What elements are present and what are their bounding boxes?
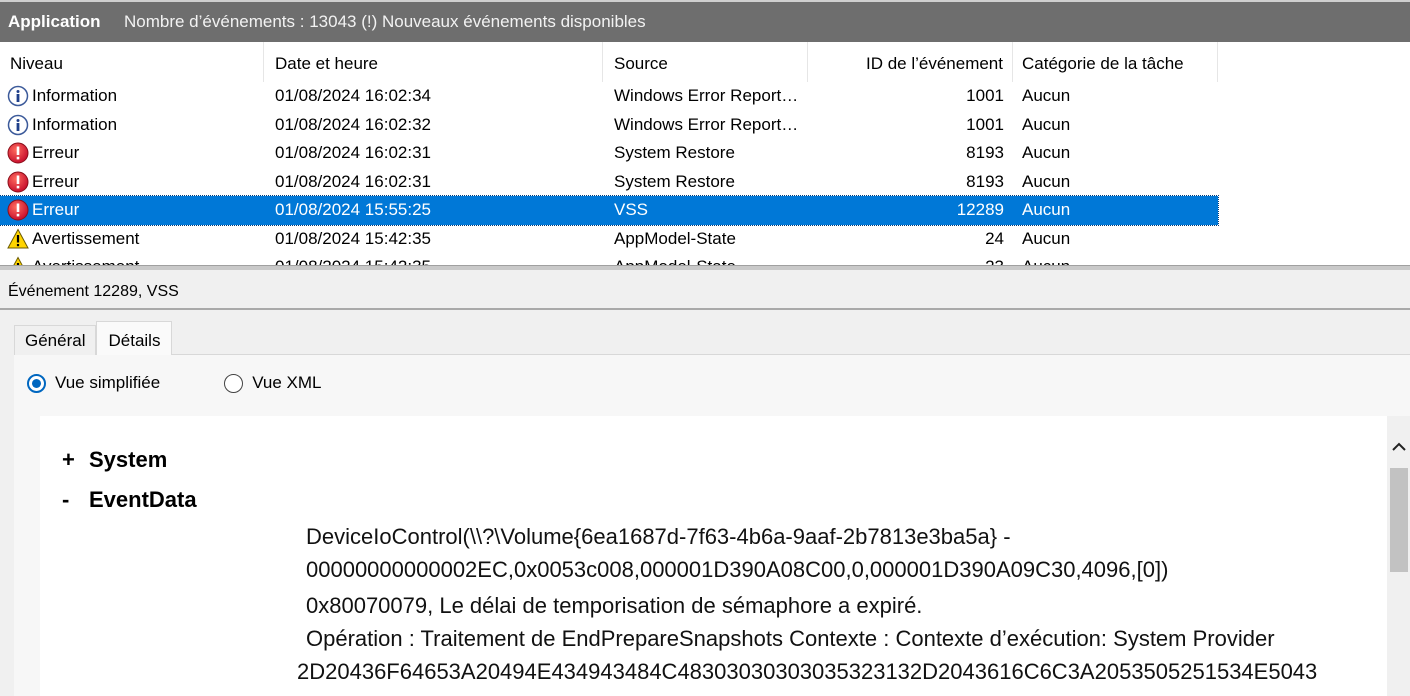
column-header-source[interactable]: Source xyxy=(603,42,808,82)
eventdata-line: Opération : Traitement de EndPrepareSnap… xyxy=(306,626,1275,651)
cell-date: 01/08/2024 15:42:35 xyxy=(264,257,603,265)
error-icon xyxy=(7,142,29,164)
cell-task-category: Aucun xyxy=(1022,200,1071,220)
table-row[interactable]: Avertissement 01/08/2024 15:42:35AppModel… xyxy=(0,253,1218,265)
info-icon xyxy=(7,114,29,136)
cell-level: Information xyxy=(0,85,264,107)
info-icon xyxy=(7,85,29,107)
radio-checked-icon xyxy=(27,373,46,393)
tab-details[interactable]: Détails xyxy=(96,321,173,355)
table-row[interactable]: Information 01/08/2024 16:02:34 Windows Er… xyxy=(0,82,1218,111)
cell-source: AppModel-State xyxy=(614,228,736,248)
log-name: Application xyxy=(8,12,101,31)
level-text: Erreur xyxy=(32,171,80,191)
cell-event-id: 24 xyxy=(985,228,1004,248)
table-row[interactable]: Erreur 01/08/2024 15:55:25 VSS 12289 Aucun xyxy=(0,195,1219,226)
cell-level: Erreur xyxy=(0,199,264,221)
cell-date: 01/08/2024 15:42:35 xyxy=(275,228,431,248)
warning-icon xyxy=(7,256,29,265)
expand-toggle[interactable]: + xyxy=(62,447,89,473)
event-rows: Information 01/08/2024 16:02:34 Windows Er… xyxy=(0,82,1410,265)
radio-xml-view[interactable]: Vue XML xyxy=(224,373,322,393)
radio-xml-label: Vue XML xyxy=(252,373,322,392)
level-text: Erreur xyxy=(32,200,80,220)
cell-event-id: 23 xyxy=(808,257,1013,265)
cell-event-id: 8193 xyxy=(966,143,1004,163)
view-mode-radios: Vue simplifiée Vue XML xyxy=(27,373,322,393)
cell-date: 01/08/2024 16:02:31 xyxy=(275,171,431,191)
tab-general[interactable]: Général xyxy=(14,325,97,355)
cell-event-id: 1001 xyxy=(966,114,1004,134)
column-header-level[interactable]: Niveau xyxy=(0,42,264,82)
scroll-up-icon[interactable] xyxy=(1390,438,1408,456)
cell-task-category: Aucun xyxy=(1013,257,1218,265)
cell-source: Windows Error Report… xyxy=(614,114,799,134)
collapse-toggle[interactable]: - xyxy=(62,487,89,513)
column-header-date[interactable]: Date et heure xyxy=(264,42,603,82)
section-eventdata-label: EventData xyxy=(89,487,197,512)
event-count-status[interactable]: Nombre d’événements : 13043 (!) Nouveaux… xyxy=(124,12,646,32)
event-details-content: + System - EventData DeviceIoControl(\\?\V… xyxy=(40,416,1387,696)
table-row[interactable]: Avertissement 01/08/2024 15:42:35 AppModel… xyxy=(0,225,1218,254)
details-scrollbar[interactable] xyxy=(1387,416,1410,696)
cell-task-category: Aucun xyxy=(1022,143,1071,163)
table-row[interactable]: Information 01/08/2024 16:02:32 Windows Er… xyxy=(0,111,1218,140)
level-text: Avertissement xyxy=(32,228,140,248)
eventdata-line: 00000000000002EC,0x0053c008,000001D390A0… xyxy=(306,557,1169,582)
cell-date: 01/08/2024 16:02:34 xyxy=(275,86,431,106)
scrollbar-thumb[interactable] xyxy=(1390,468,1408,572)
table-row[interactable]: Erreur 01/08/2024 16:02:31 System Restore 8… xyxy=(0,168,1218,197)
level-text: Avertissement xyxy=(32,257,139,265)
cell-source: AppModel-State xyxy=(603,257,808,265)
cell-task-category: Aucun xyxy=(1022,171,1071,191)
event-list[interactable]: Niveau Date et heure Source ID de l’évén… xyxy=(0,42,1410,266)
level-text: Information xyxy=(32,114,118,134)
eventdata-line: 2D20436F64653A20494E434943484C4830303030… xyxy=(297,659,1318,684)
cell-task-category: Aucun xyxy=(1022,86,1071,106)
error-icon xyxy=(7,199,29,221)
cell-date: 01/08/2024 16:02:32 xyxy=(275,114,431,134)
warning-icon xyxy=(7,228,29,250)
level-text: Information xyxy=(32,86,118,106)
cell-source: System Restore xyxy=(614,171,735,191)
cell-task-category: Aucun xyxy=(1022,114,1071,134)
section-system[interactable]: + System xyxy=(62,447,167,473)
cell-task-category: Aucun xyxy=(1022,228,1071,248)
details-tabs: Général Détails xyxy=(14,321,173,355)
section-eventdata[interactable]: - EventData xyxy=(62,487,197,513)
eventdata-line: DeviceIoControl(\\?\Volume{6ea1687d-7f63… xyxy=(306,524,1011,549)
radio-simplified-label: Vue simplifiée xyxy=(55,373,161,392)
cell-level: Erreur xyxy=(0,171,264,193)
error-icon xyxy=(7,171,29,193)
cell-level: Avertissement xyxy=(0,256,264,265)
radio-unchecked-icon xyxy=(224,373,244,393)
radio-simplified-view[interactable]: Vue simplifiée xyxy=(27,373,160,393)
event-details-title: Événement 12289, VSS xyxy=(0,270,1410,310)
cell-date: 01/08/2024 15:55:25 xyxy=(275,200,431,220)
cell-level: Avertissement xyxy=(0,228,264,250)
cell-source: Windows Error Report… xyxy=(614,86,799,106)
eventdata-line: 0x80070079, Le délai de temporisation de… xyxy=(306,593,923,618)
cell-level: Information xyxy=(0,114,264,136)
cell-source: System Restore xyxy=(614,143,735,163)
column-header-task-category[interactable]: Catégorie de la tâche xyxy=(1013,42,1218,82)
cell-event-id: 1001 xyxy=(966,86,1004,106)
cell-source: VSS xyxy=(614,200,649,220)
level-text: Erreur xyxy=(32,143,80,163)
cell-event-id: 8193 xyxy=(966,171,1004,191)
section-system-label: System xyxy=(89,447,168,472)
table-row[interactable]: Erreur 01/08/2024 16:02:31 System Restore 8… xyxy=(0,139,1218,168)
log-title-bar: Application Nombre d’événements : 13043 … xyxy=(0,0,1410,42)
cell-level: Erreur xyxy=(0,142,264,164)
cell-event-id: 12289 xyxy=(956,200,1004,220)
cell-date: 01/08/2024 16:02:31 xyxy=(275,143,431,163)
event-list-header: Niveau Date et heure Source ID de l’évén… xyxy=(0,42,1410,82)
column-header-event-id[interactable]: ID de l’événement xyxy=(808,42,1013,82)
